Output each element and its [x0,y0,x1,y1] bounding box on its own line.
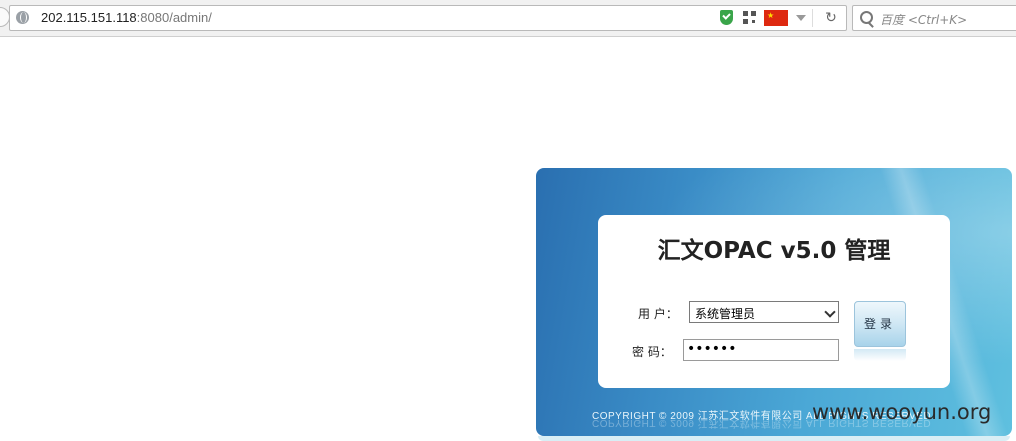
watermark: www.wooyun.org [812,400,992,424]
user-select[interactable]: 系统管理员 [689,301,839,323]
search-bar[interactable]: 百度 <Ctrl+K> [852,5,1016,31]
login-card: 汇文OPAC v5.0 管理 用 户： 系统管理员 密 码： •••••• 登录 [598,215,950,388]
password-value: •••••• [687,341,737,357]
user-select-value: 系统管理员 [695,307,756,321]
page-title: 汇文OPAC v5.0 管理 [657,238,891,264]
url-dropdown-icon[interactable] [796,15,806,21]
password-field[interactable]: •••••• [683,339,839,361]
password-label: 密 码： [632,345,672,359]
search-icon[interactable] [860,11,873,24]
chevron-down-icon[interactable] [824,306,836,318]
globe-icon [16,11,29,24]
qr-code-icon[interactable] [743,11,756,24]
address-bar[interactable]: 202.115.151.118:8080/admin/ ★ ↻ [9,5,847,31]
reload-icon[interactable]: ↻ [822,9,840,27]
url-text[interactable]: 202.115.151.118:8080/admin/ [41,10,212,25]
login-button[interactable]: 登录 [854,301,906,347]
url-path: :8080/admin/ [136,10,212,25]
panel-shadow [538,436,1010,441]
login-panel: 汇文OPAC v5.0 管理 用 户： 系统管理员 密 码： •••••• 登录… [536,168,1012,436]
shield-icon[interactable] [720,10,733,25]
user-label: 用 户： [638,307,678,321]
browser-toolbar: 202.115.151.118:8080/admin/ ★ ↻ 百度 <Ctrl… [0,0,1016,37]
flag-star-icon: ★ [767,11,775,20]
url-host: 202.115.151.118 [41,10,137,25]
login-button-reflection [854,349,906,361]
search-input[interactable]: 百度 <Ctrl+K> [880,11,967,28]
divider [812,9,813,27]
china-flag-icon[interactable]: ★ [764,10,788,26]
